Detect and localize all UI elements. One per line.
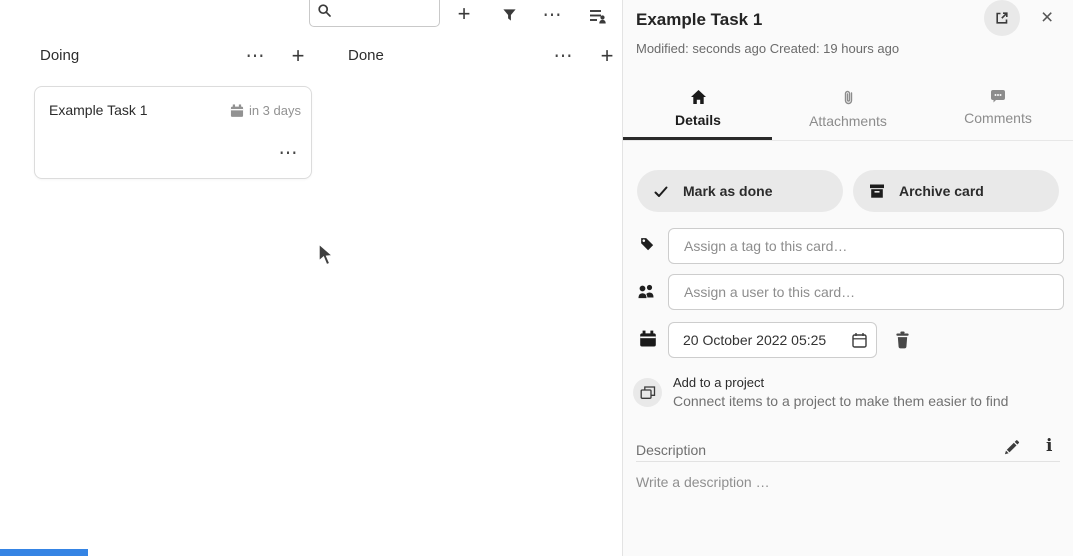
column-title-done: Done — [348, 47, 384, 64]
description-info-button[interactable]: i — [1040, 436, 1056, 456]
filter-button[interactable] — [496, 2, 522, 28]
tab-attachments[interactable]: Attachments — [773, 85, 923, 137]
tag-icon — [638, 236, 656, 258]
users-icon — [636, 282, 657, 305]
close-panel-button[interactable]: × — [1035, 6, 1057, 28]
description-placeholder[interactable]: Write a description … — [636, 474, 770, 490]
card-more-button[interactable]: ⋯ — [276, 141, 300, 165]
pencil-icon — [1003, 439, 1020, 456]
mark-as-done-button[interactable]: Mark as done — [637, 170, 843, 212]
column-doing-add-button[interactable]: + — [286, 44, 310, 68]
card-due-label: in 3 days — [249, 103, 301, 118]
panel-card-title: Example Task 1 — [636, 10, 762, 30]
user-input-container[interactable] — [668, 274, 1064, 310]
description-label: Description — [636, 442, 706, 458]
panel-card-meta: Modified: seconds ago Created: 19 hours … — [636, 41, 899, 56]
calendar-picker-icon — [851, 332, 868, 349]
open-in-window-icon — [994, 10, 1010, 26]
card-detail-panel: Example Task 1 Modified: seconds ago Cre… — [623, 0, 1073, 556]
home-icon — [690, 89, 707, 105]
tab-details[interactable]: Details — [623, 85, 773, 137]
column-done-more-button[interactable]: ⋯ — [551, 44, 575, 68]
add-to-project-subtitle: Connect items to a project to make them … — [673, 393, 1008, 409]
column-done-add-button[interactable]: + — [595, 44, 619, 68]
toolbar-add-button[interactable]: + — [452, 2, 476, 26]
check-icon — [653, 184, 669, 199]
due-date-input[interactable]: 20 October 2022 05:25 — [668, 322, 877, 358]
add-to-project-button[interactable] — [633, 378, 662, 407]
archive-icon — [869, 183, 885, 199]
column-title-doing: Doing — [40, 47, 79, 64]
search-input[interactable] — [337, 2, 436, 19]
date-picker-button[interactable] — [846, 327, 872, 353]
card-title: Example Task 1 — [49, 102, 148, 118]
tag-input-container[interactable] — [668, 228, 1064, 264]
user-input[interactable] — [669, 284, 1063, 300]
toolbar-more-button[interactable]: ⋯ — [540, 3, 564, 27]
open-in-window-button[interactable] — [984, 0, 1020, 36]
tab-comments-label: Comments — [964, 110, 1032, 126]
column-doing-more-button[interactable]: ⋯ — [243, 44, 267, 68]
tab-attachments-label: Attachments — [809, 113, 887, 129]
list-person-icon — [589, 7, 607, 24]
search-icon — [317, 3, 332, 18]
delete-due-date-button[interactable] — [889, 327, 915, 353]
mark-as-done-label: Mark as done — [683, 183, 772, 199]
archive-card-button[interactable]: Archive card — [853, 170, 1059, 212]
tabs-baseline — [623, 140, 1073, 141]
app-window: + ⋯ Doing ⋯ + Example Task 1 — [0, 0, 1073, 556]
tab-comments[interactable]: Comments — [923, 85, 1073, 137]
projects-icon — [640, 385, 656, 400]
tag-input[interactable] — [669, 238, 1063, 254]
panel-tabs: Details Attachments — [623, 85, 1073, 137]
edit-description-button[interactable] — [998, 434, 1024, 460]
tab-details-label: Details — [675, 112, 721, 128]
due-date-value: 20 October 2022 05:25 — [669, 332, 846, 348]
funnel-icon — [502, 8, 517, 23]
add-to-project-title[interactable]: Add to a project — [673, 375, 764, 390]
due-date-icon — [639, 330, 657, 353]
task-card[interactable]: Example Task 1 in 3 days ⋯ — [34, 86, 312, 179]
card-due-badge: in 3 days — [230, 103, 301, 118]
description-divider — [636, 461, 1060, 462]
paperclip-icon — [842, 89, 855, 106]
assignee-filter-button[interactable] — [585, 2, 611, 28]
mouse-cursor-icon — [317, 243, 336, 273]
accent-progress-bar — [0, 549, 88, 556]
archive-card-label: Archive card — [899, 183, 984, 199]
calendar-icon — [230, 104, 244, 118]
trash-icon — [894, 331, 911, 349]
search-input-container[interactable] — [309, 0, 440, 27]
comment-icon — [990, 89, 1006, 103]
